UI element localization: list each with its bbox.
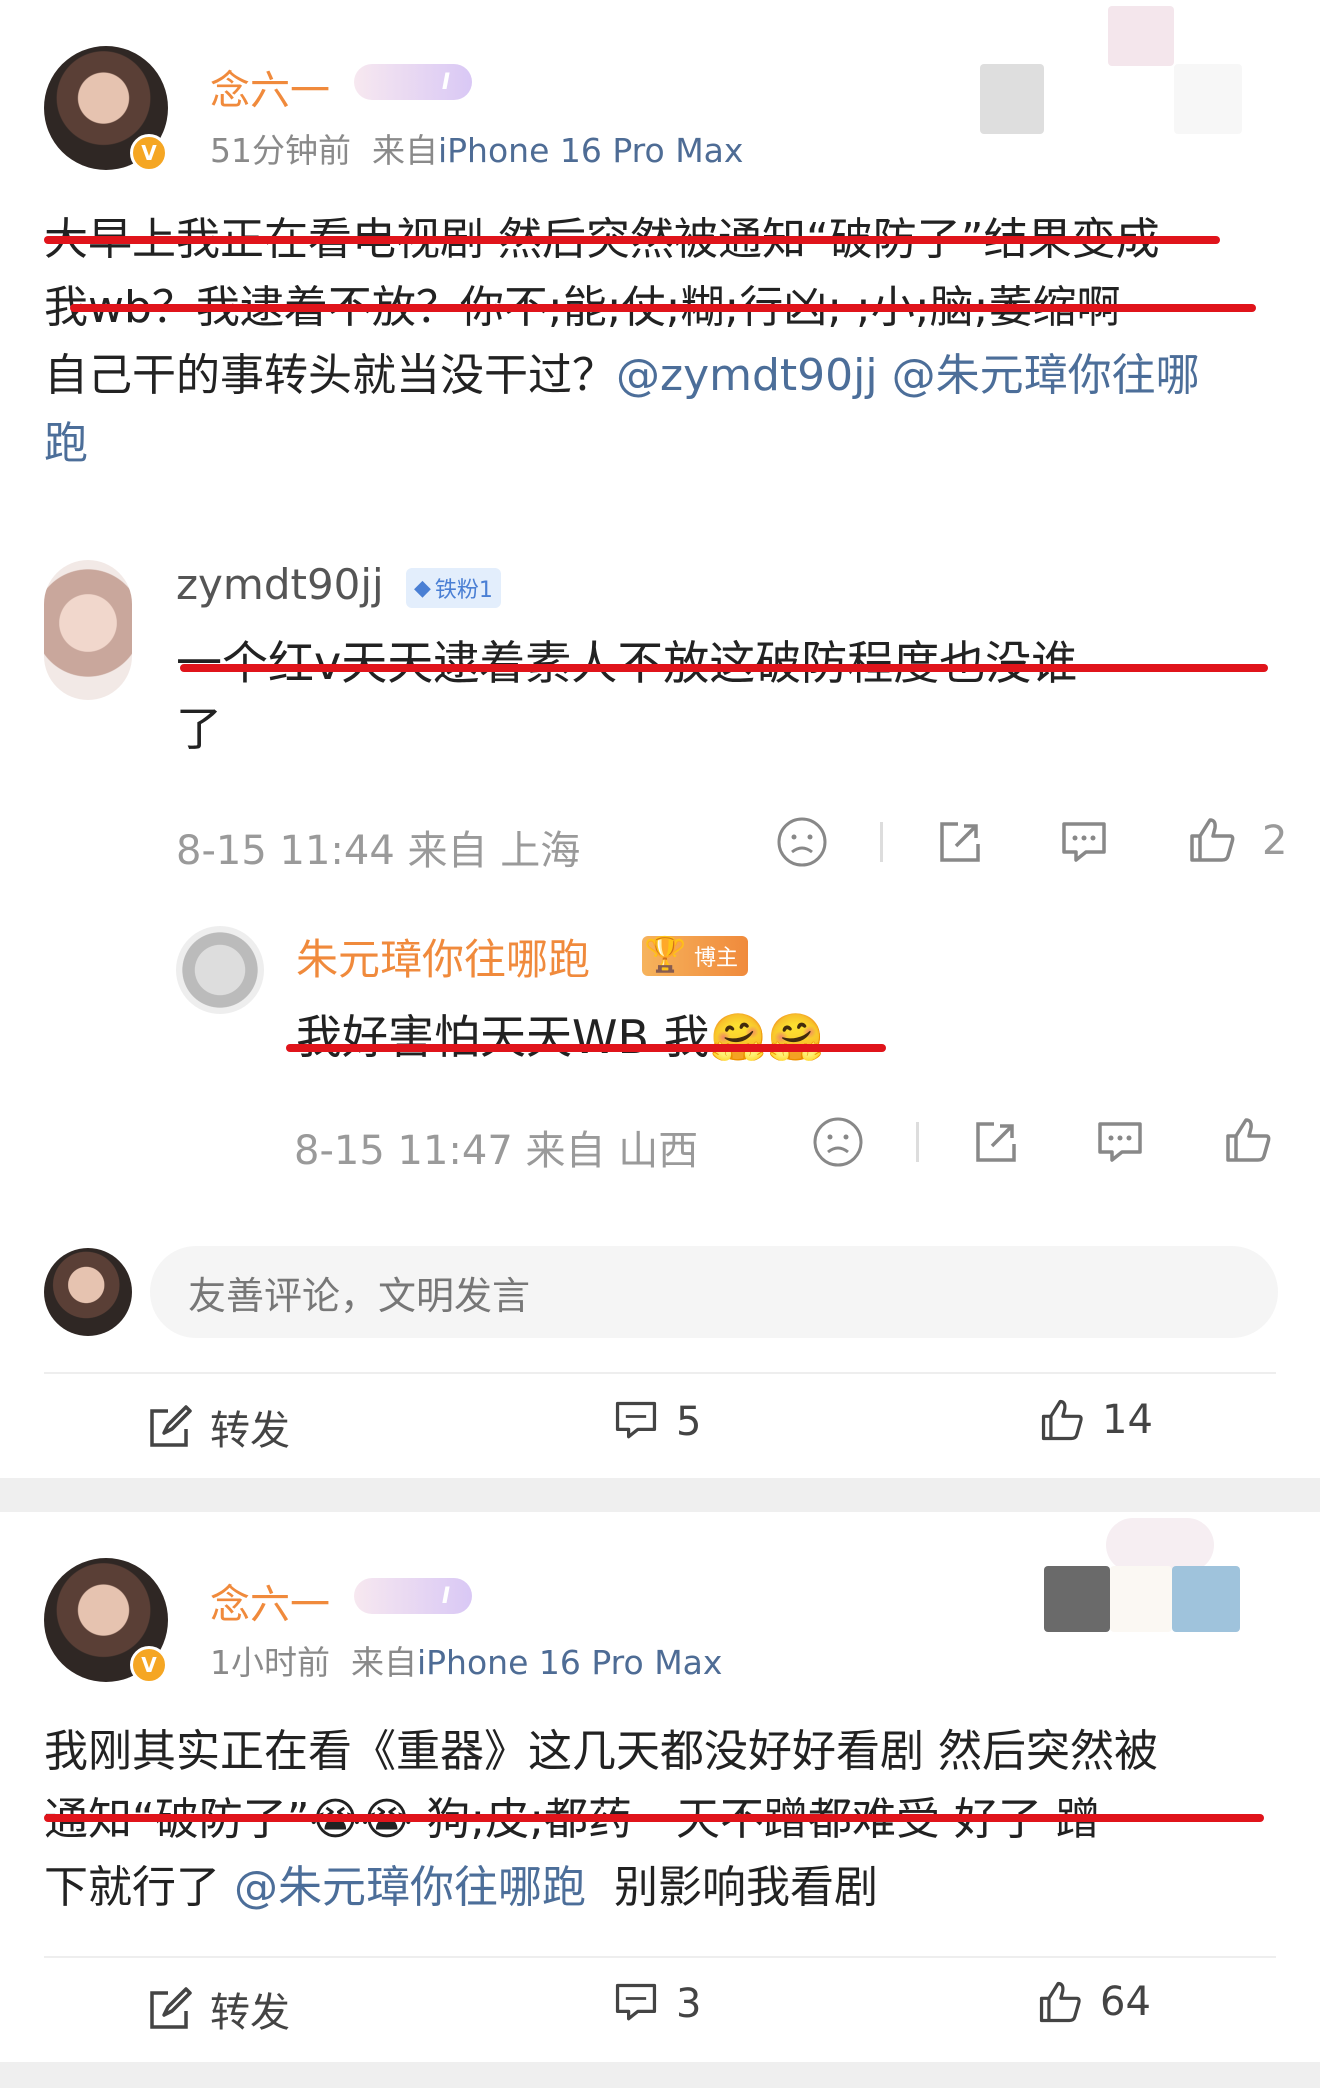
decoration-block	[1174, 64, 1242, 134]
level-badge-icon: I	[354, 1578, 472, 1614]
share-icon[interactable]	[936, 818, 984, 866]
fan-badge: ◆ 铁粉1	[406, 568, 501, 608]
comment-icon[interactable]	[1058, 818, 1110, 866]
post-meta: 1小时前 来自iPhone 16 Pro Max	[210, 1636, 722, 1684]
decoration-block	[1110, 1566, 1172, 1632]
comments-button[interactable]: 3	[612, 1980, 701, 2028]
like-button[interactable]: 14	[1038, 1396, 1153, 1444]
thumbs-up-icon[interactable]	[1222, 1114, 1274, 1166]
strikethrough-line	[44, 1814, 1264, 1822]
from-label: 来自	[371, 131, 438, 170]
comment-input[interactable]: 友善评论，文明发言	[150, 1246, 1278, 1338]
mention-link-cont[interactable]: 跑	[44, 410, 1284, 478]
nested-reply-text: 我好害怕天天WB 我🤗🤗	[296, 1010, 825, 1064]
comment-icon	[612, 1398, 660, 1446]
mention-link[interactable]: @zymdt90jj	[616, 350, 878, 401]
nested-reply-avatar[interactable]	[176, 926, 264, 1014]
divider	[880, 822, 883, 862]
reply-avatar[interactable]	[44, 560, 132, 700]
thumbs-up-icon	[1038, 1396, 1086, 1444]
repost-button[interactable]: 转发	[146, 1980, 290, 2038]
from-label: 来自	[350, 1643, 417, 1682]
sad-face-icon[interactable]	[776, 816, 828, 868]
post-body: 大早上我正在看电视剧 然后突然被通知“破防了”结果变成 我wb？我逮着不放？你不…	[44, 206, 1284, 478]
comment-icon[interactable]	[1094, 1118, 1146, 1166]
device-link: iPhone 16 Pro Max	[416, 1643, 723, 1682]
weibo-post-2: V 念六一 I 1小时前 来自iPhone 16 Pro Max 我刚其实正在看…	[0, 1512, 1320, 2062]
hug-emoji-icon: 🤗🤗	[709, 1010, 825, 1064]
repost-button[interactable]: 转发	[146, 1398, 290, 1456]
like-count-partial: 2	[1262, 818, 1288, 864]
comments-button[interactable]: 5	[612, 1398, 701, 1446]
decoration-block	[1044, 1566, 1110, 1632]
reply-username[interactable]: zymdt90jj	[176, 560, 384, 609]
post-time: 51分钟前	[210, 131, 351, 170]
feed-separator	[0, 1478, 1320, 1512]
sad-face-icon[interactable]	[812, 1116, 864, 1168]
share-icon[interactable]	[972, 1118, 1020, 1166]
trophy-icon: 🏆	[644, 935, 687, 975]
strikethrough-line	[286, 1044, 886, 1052]
verified-badge-icon: V	[130, 134, 168, 172]
post-line: 下就行了 @朱元璋你往哪跑 别影响我看剧	[44, 1862, 878, 1913]
diamond-icon: ◆	[414, 575, 431, 601]
divider	[916, 1122, 919, 1162]
strikethrough-line	[180, 664, 1268, 672]
verified-badge-icon: V	[130, 1646, 168, 1684]
device-link: iPhone 16 Pro Max	[437, 131, 744, 170]
level-badge-icon: I	[354, 64, 472, 100]
reply-text: 一个红v天天逮着素人不放这破防程度也没谁 了	[176, 636, 1078, 756]
decoration-block	[1172, 1566, 1240, 1632]
reply-meta: 8-15 11:44 来自 上海	[176, 828, 581, 874]
post-line: 自己干的事转头就当没干过？@zymdt90jj @朱元璋你往哪	[44, 350, 1200, 401]
decoration-block	[1106, 1518, 1214, 1572]
post-time: 1小时前	[210, 1643, 330, 1682]
post-meta: 51分钟前 来自iPhone 16 Pro Max	[210, 124, 743, 172]
weibo-post-1: V 念六一 I 51分钟前 来自iPhone 16 Pro Max 大早上我正在…	[0, 0, 1320, 1478]
divider	[44, 1956, 1276, 1958]
post-line: 我刚其实正在看《重器》这几天都没好好看剧 然后突然被	[44, 1726, 1158, 1777]
divider	[44, 1372, 1276, 1374]
thumbs-up-icon	[1036, 1978, 1084, 2026]
strikethrough-line	[44, 236, 1220, 244]
like-button[interactable]: 64	[1036, 1978, 1151, 2026]
decoration-block	[980, 64, 1044, 134]
mention-link[interactable]: @朱元璋你往哪	[892, 350, 1200, 401]
author-name[interactable]: 念六一	[210, 1572, 330, 1630]
my-avatar	[44, 1248, 132, 1336]
decoration-block	[1108, 6, 1174, 66]
edit-share-icon	[146, 1403, 194, 1451]
edit-share-icon	[146, 1985, 194, 2033]
strikethrough-line	[70, 304, 1256, 312]
nested-reply-username[interactable]: 朱元璋你往哪跑	[296, 926, 590, 987]
nested-reply-meta: 8-15 11:47 来自 山西	[294, 1128, 699, 1174]
mention-link[interactable]: @朱元璋你往哪跑	[234, 1862, 586, 1913]
thumbs-up-icon[interactable]	[1186, 814, 1238, 866]
author-name[interactable]: 念六一	[210, 58, 330, 116]
comment-icon	[612, 1980, 660, 2028]
feed-separator	[0, 2062, 1320, 2088]
